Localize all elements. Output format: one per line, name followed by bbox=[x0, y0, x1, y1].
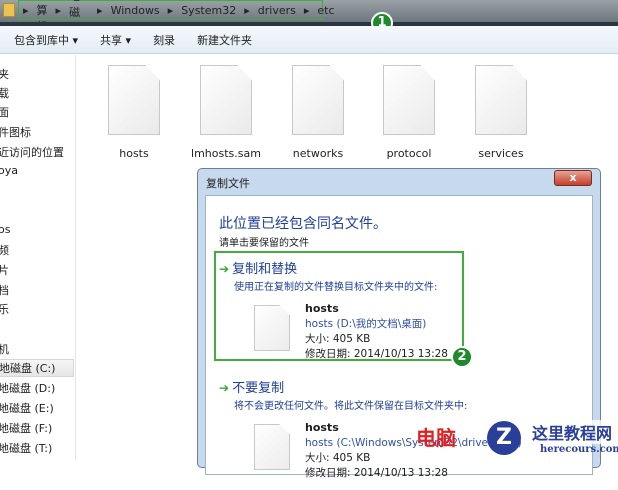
nav-item[interactable]: os bbox=[0, 223, 10, 236]
watermark-title: 这里教程网 bbox=[532, 420, 613, 444]
watermark: 电脑 Z 这里教程网 herecours.com bbox=[412, 418, 618, 460]
nav-item-c-selected[interactable]: 地磁盘 (C:) bbox=[0, 359, 74, 377]
nav-item[interactable]: 乐 bbox=[0, 301, 9, 317]
file-icon bbox=[475, 65, 527, 135]
highlight-box bbox=[214, 251, 464, 361]
logo-icon: Z bbox=[487, 421, 521, 455]
toolbar: 包含到库中 ▾ 共享 ▾ 刻录 新建文件夹 bbox=[0, 26, 618, 54]
nav-item[interactable]: 地磁盘 (D:) bbox=[0, 380, 55, 396]
file-icon bbox=[108, 65, 160, 135]
folder-icon bbox=[3, 3, 15, 17]
chevron-icon: ▸ bbox=[303, 3, 310, 17]
nav-item[interactable]: 夹 bbox=[0, 66, 9, 82]
file-item[interactable]: services bbox=[466, 65, 536, 160]
share-button[interactable]: 共享 ▾ bbox=[100, 32, 131, 48]
file-name: networks bbox=[292, 147, 344, 160]
file-item[interactable]: lmhosts.sam bbox=[191, 65, 261, 160]
watermark-url: herecours.com bbox=[540, 444, 618, 455]
file-item[interactable]: networks bbox=[283, 65, 353, 160]
option-desc: 将不会更改任何文件。将此文件保留在目标文件夹中: bbox=[234, 401, 468, 412]
option-title: 不要复制 bbox=[232, 381, 285, 396]
file-name: protocol bbox=[386, 147, 432, 160]
crumb-drivers[interactable]: drivers bbox=[258, 4, 296, 17]
crumb-etc[interactable]: etc bbox=[317, 4, 334, 17]
file-item[interactable]: protocol bbox=[374, 65, 444, 160]
chevron-icon: ▸ bbox=[244, 3, 250, 17]
file-icon bbox=[254, 424, 290, 470]
crumb-windows[interactable]: Windows bbox=[111, 4, 160, 17]
close-button[interactable]: x bbox=[554, 170, 592, 186]
chevron-icon: ▸ bbox=[55, 3, 62, 17]
file-icon bbox=[292, 65, 344, 135]
file-icon bbox=[383, 65, 435, 135]
watermark-text: 电脑 bbox=[416, 426, 456, 450]
nav-item[interactable]: 地磁盘 (E:) bbox=[0, 400, 54, 416]
file-name: services bbox=[478, 147, 524, 160]
dialog-title: 复制文件 bbox=[206, 177, 250, 190]
chevron-icon: ▸ bbox=[97, 3, 103, 17]
file-name: hosts bbox=[119, 147, 149, 160]
file-icon bbox=[200, 65, 252, 135]
nav-item[interactable]: 地磁盘 (T:) bbox=[0, 440, 52, 456]
nav-item[interactable]: 件图标 bbox=[0, 124, 31, 140]
nav-item[interactable]: 面 bbox=[0, 104, 9, 120]
nav-item[interactable]: 机 bbox=[0, 341, 9, 357]
dialog-heading: 此位置已经包含同名文件。 bbox=[219, 216, 387, 232]
file-date: 修改日期: 2014/10/13 13:28 bbox=[305, 467, 448, 479]
file-name: lmhosts.sam bbox=[191, 147, 261, 160]
chevron-icon: ▸ bbox=[167, 3, 174, 17]
nav-item[interactable]: 载 bbox=[0, 85, 9, 101]
address-bar[interactable]: ▸计算机 ▸本地磁盘 (C:) ▸Windows ▸System32 ▸driv… bbox=[0, 0, 618, 49]
nav-item[interactable]: 档 bbox=[0, 282, 9, 298]
arrow-right-icon: ➔ bbox=[219, 381, 230, 395]
file-size: 大小: 405 KB bbox=[305, 452, 371, 464]
nav-item[interactable]: 频 bbox=[0, 242, 9, 258]
nav-item[interactable]: 近访问的位置 bbox=[0, 144, 64, 160]
nav-item[interactable]: 地磁盘 (F:) bbox=[0, 420, 52, 436]
chevron-icon: ▸ bbox=[23, 3, 29, 17]
file-item[interactable]: hosts bbox=[99, 65, 169, 160]
crumb-system32[interactable]: System32 bbox=[181, 4, 236, 17]
new-folder-button[interactable]: 新建文件夹 bbox=[197, 32, 252, 48]
nav-item[interactable]: 片 bbox=[0, 262, 9, 278]
step-badge-2: 2 bbox=[451, 346, 473, 368]
dialog-subheading: 请单击要保留的文件 bbox=[219, 238, 309, 249]
navigation-pane: 夹 载 面 件图标 近访问的位置 oya os 频 片 档 乐 机 地磁盘 (C… bbox=[0, 55, 76, 460]
breadcrumb[interactable]: ▸计算机 ▸本地磁盘 (C:) ▸Windows ▸System32 ▸driv… bbox=[18, 0, 335, 49]
file-name: hosts bbox=[305, 421, 339, 434]
burn-button[interactable]: 刻录 bbox=[153, 32, 175, 48]
include-in-library-button[interactable]: 包含到库中 ▾ bbox=[14, 32, 78, 48]
nav-item[interactable]: oya bbox=[0, 164, 18, 177]
